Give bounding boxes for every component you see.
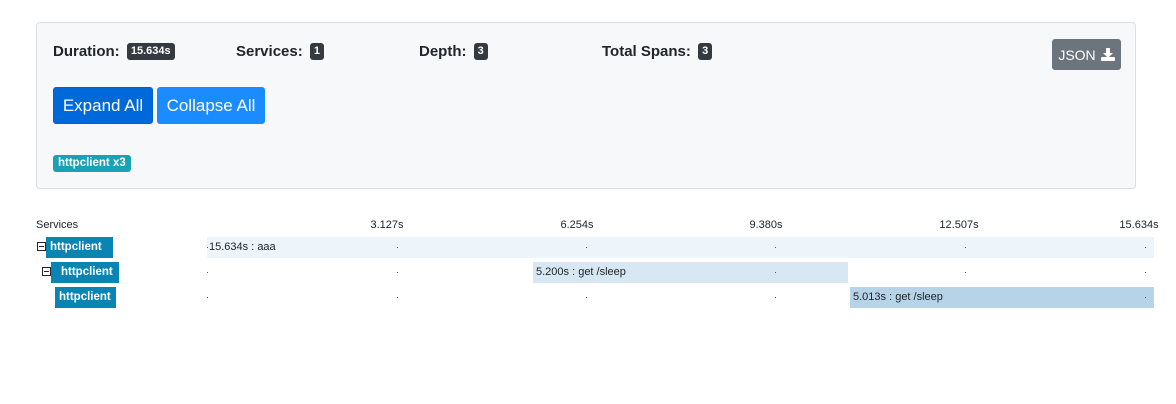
grid-dot [965, 247, 966, 248]
collapse-toggle-icon[interactable] [42, 267, 51, 276]
grid-dot [775, 247, 776, 248]
grid-dot [775, 272, 776, 273]
span-service-label[interactable]: httpclient [51, 262, 119, 283]
tick-label: 9.380s [749, 219, 783, 231]
grid-dot [397, 272, 398, 273]
span-service-label[interactable]: httpclient [46, 237, 113, 258]
tick-label: 6.254s [560, 219, 594, 231]
tick-label: 12.507s [939, 219, 979, 231]
depth-stat: Depth: 3 [419, 43, 488, 60]
span-bar[interactable]: 5.200s : get /sleep [533, 262, 848, 283]
grid-dot [1145, 272, 1146, 273]
depth-label: Depth: [419, 43, 467, 60]
services-label: Services: [236, 43, 303, 60]
grid-dot [397, 247, 398, 248]
duration-badge: 15.634s [126, 43, 175, 60]
grid-dot [965, 272, 966, 273]
grid-dot [397, 297, 398, 298]
collapse-all-button[interactable]: Collapse All [157, 87, 265, 124]
tick-label: 3.127s [370, 219, 404, 231]
download-icon [1100, 48, 1115, 61]
services-badge: 1 [309, 43, 325, 60]
grid-dot [586, 297, 587, 298]
expand-all-button[interactable]: Expand All [53, 87, 153, 124]
json-download-button[interactable]: JSON [1052, 39, 1121, 70]
grid-dot [207, 297, 208, 298]
span-bar[interactable]: 15.634s : aaa [207, 237, 1154, 258]
grid-dot [207, 272, 208, 273]
span-bar[interactable]: 5.013s : get /sleep [850, 287, 1154, 308]
duration-label: Duration: [53, 43, 120, 60]
service-filter-badge[interactable]: httpclient x3 [53, 155, 131, 172]
tick-label: 15.634s [1119, 219, 1159, 231]
json-button-label: JSON [1058, 46, 1096, 63]
duration-stat: Duration: 15.634s [53, 43, 175, 60]
total-spans-stat: Total Spans: 3 [602, 43, 713, 60]
services-stat: Services: 1 [236, 43, 325, 60]
collapse-toggle-icon[interactable] [37, 242, 46, 251]
total-spans-badge: 3 [698, 43, 713, 60]
grid-dot [586, 247, 587, 248]
grid-dot [1145, 247, 1146, 248]
services-column-header: Services [36, 219, 79, 231]
grid-dot [207, 247, 208, 248]
grid-dot [1145, 297, 1146, 298]
grid-dot [775, 297, 776, 298]
total-spans-label: Total Spans: [602, 43, 691, 60]
span-service-label[interactable]: httpclient [55, 287, 116, 308]
depth-badge: 3 [473, 43, 488, 60]
